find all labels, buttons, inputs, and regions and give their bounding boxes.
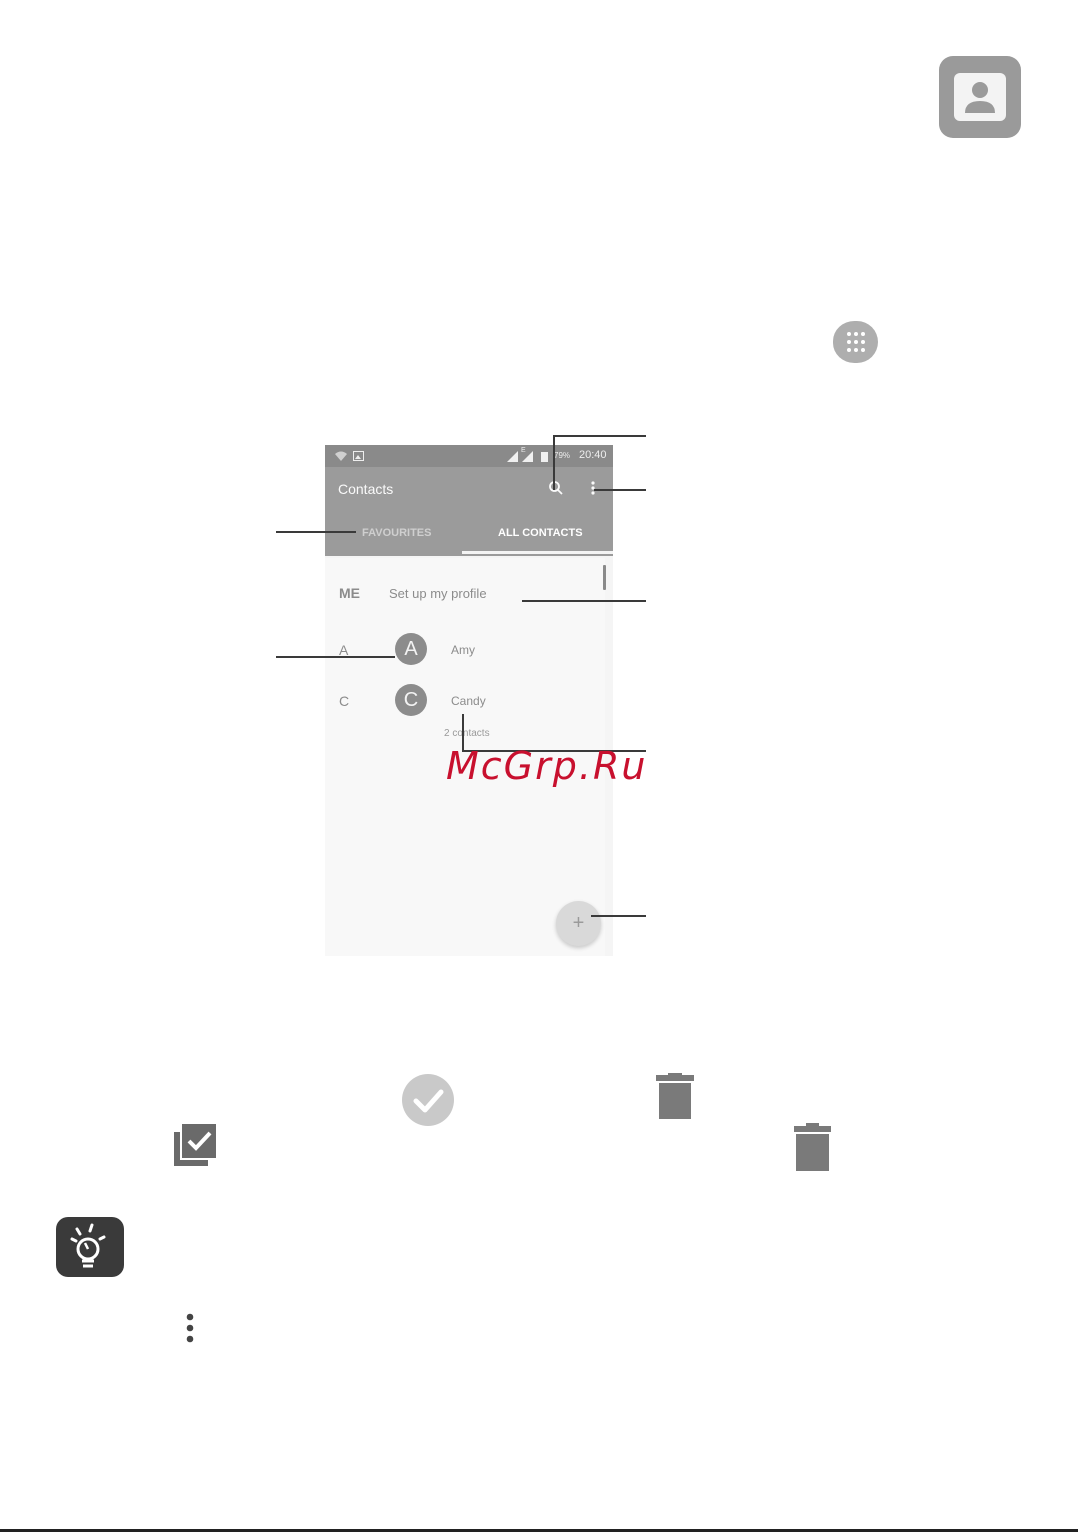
contacts-app-icon	[939, 56, 1021, 138]
callout-line	[553, 435, 646, 437]
more-options-icon	[186, 1313, 194, 1343]
callout-line	[591, 915, 646, 917]
more-options-icon[interactable]	[590, 480, 596, 496]
page-title: Contacts	[338, 481, 394, 497]
wifi-icon	[335, 451, 347, 461]
scrollbar[interactable]	[603, 565, 606, 590]
callout-line	[276, 531, 356, 533]
callout-line	[594, 489, 646, 491]
app-bar: Contacts FAVOURITES ALL CONTACTS	[325, 467, 613, 556]
tip-lightbulb-icon	[56, 1217, 124, 1277]
me-label: ME	[339, 585, 360, 601]
tab-all-contacts[interactable]: ALL CONTACTS	[498, 527, 583, 539]
search-icon[interactable]	[548, 480, 564, 496]
image-notification-icon	[353, 451, 364, 461]
contact-name[interactable]: Candy	[451, 694, 486, 708]
battery-icon	[541, 452, 548, 462]
battery-level: 79%	[554, 451, 571, 460]
tab-indicator	[462, 551, 613, 554]
apps-drawer-icon	[833, 321, 878, 363]
callout-line	[276, 656, 395, 658]
tab-favourites[interactable]: FAVOURITES	[362, 527, 431, 539]
contact-count: 2 contacts	[444, 728, 490, 739]
status-bar: E 79% 20:40	[325, 445, 613, 467]
trash-icon	[656, 1073, 694, 1119]
trash-icon	[794, 1123, 831, 1171]
network-type: E	[521, 447, 526, 454]
avatar: A	[395, 633, 427, 665]
avatar: C	[395, 684, 427, 716]
contact-name[interactable]: Amy	[451, 643, 475, 657]
watermark: McGrp.Ru	[446, 744, 648, 788]
section-letter: C	[339, 693, 350, 709]
add-contact-button[interactable]: +	[556, 901, 601, 946]
select-all-icon	[174, 1124, 216, 1166]
profile-setup-item[interactable]: Set up my profile	[389, 586, 487, 601]
clock: 20:40	[579, 449, 607, 461]
contacts-screenshot: E 79% 20:40 Contacts FAVOURITES ALL CONT…	[325, 445, 613, 956]
callout-line	[553, 435, 555, 490]
check-circle-icon	[402, 1074, 454, 1126]
callout-line	[522, 600, 646, 602]
